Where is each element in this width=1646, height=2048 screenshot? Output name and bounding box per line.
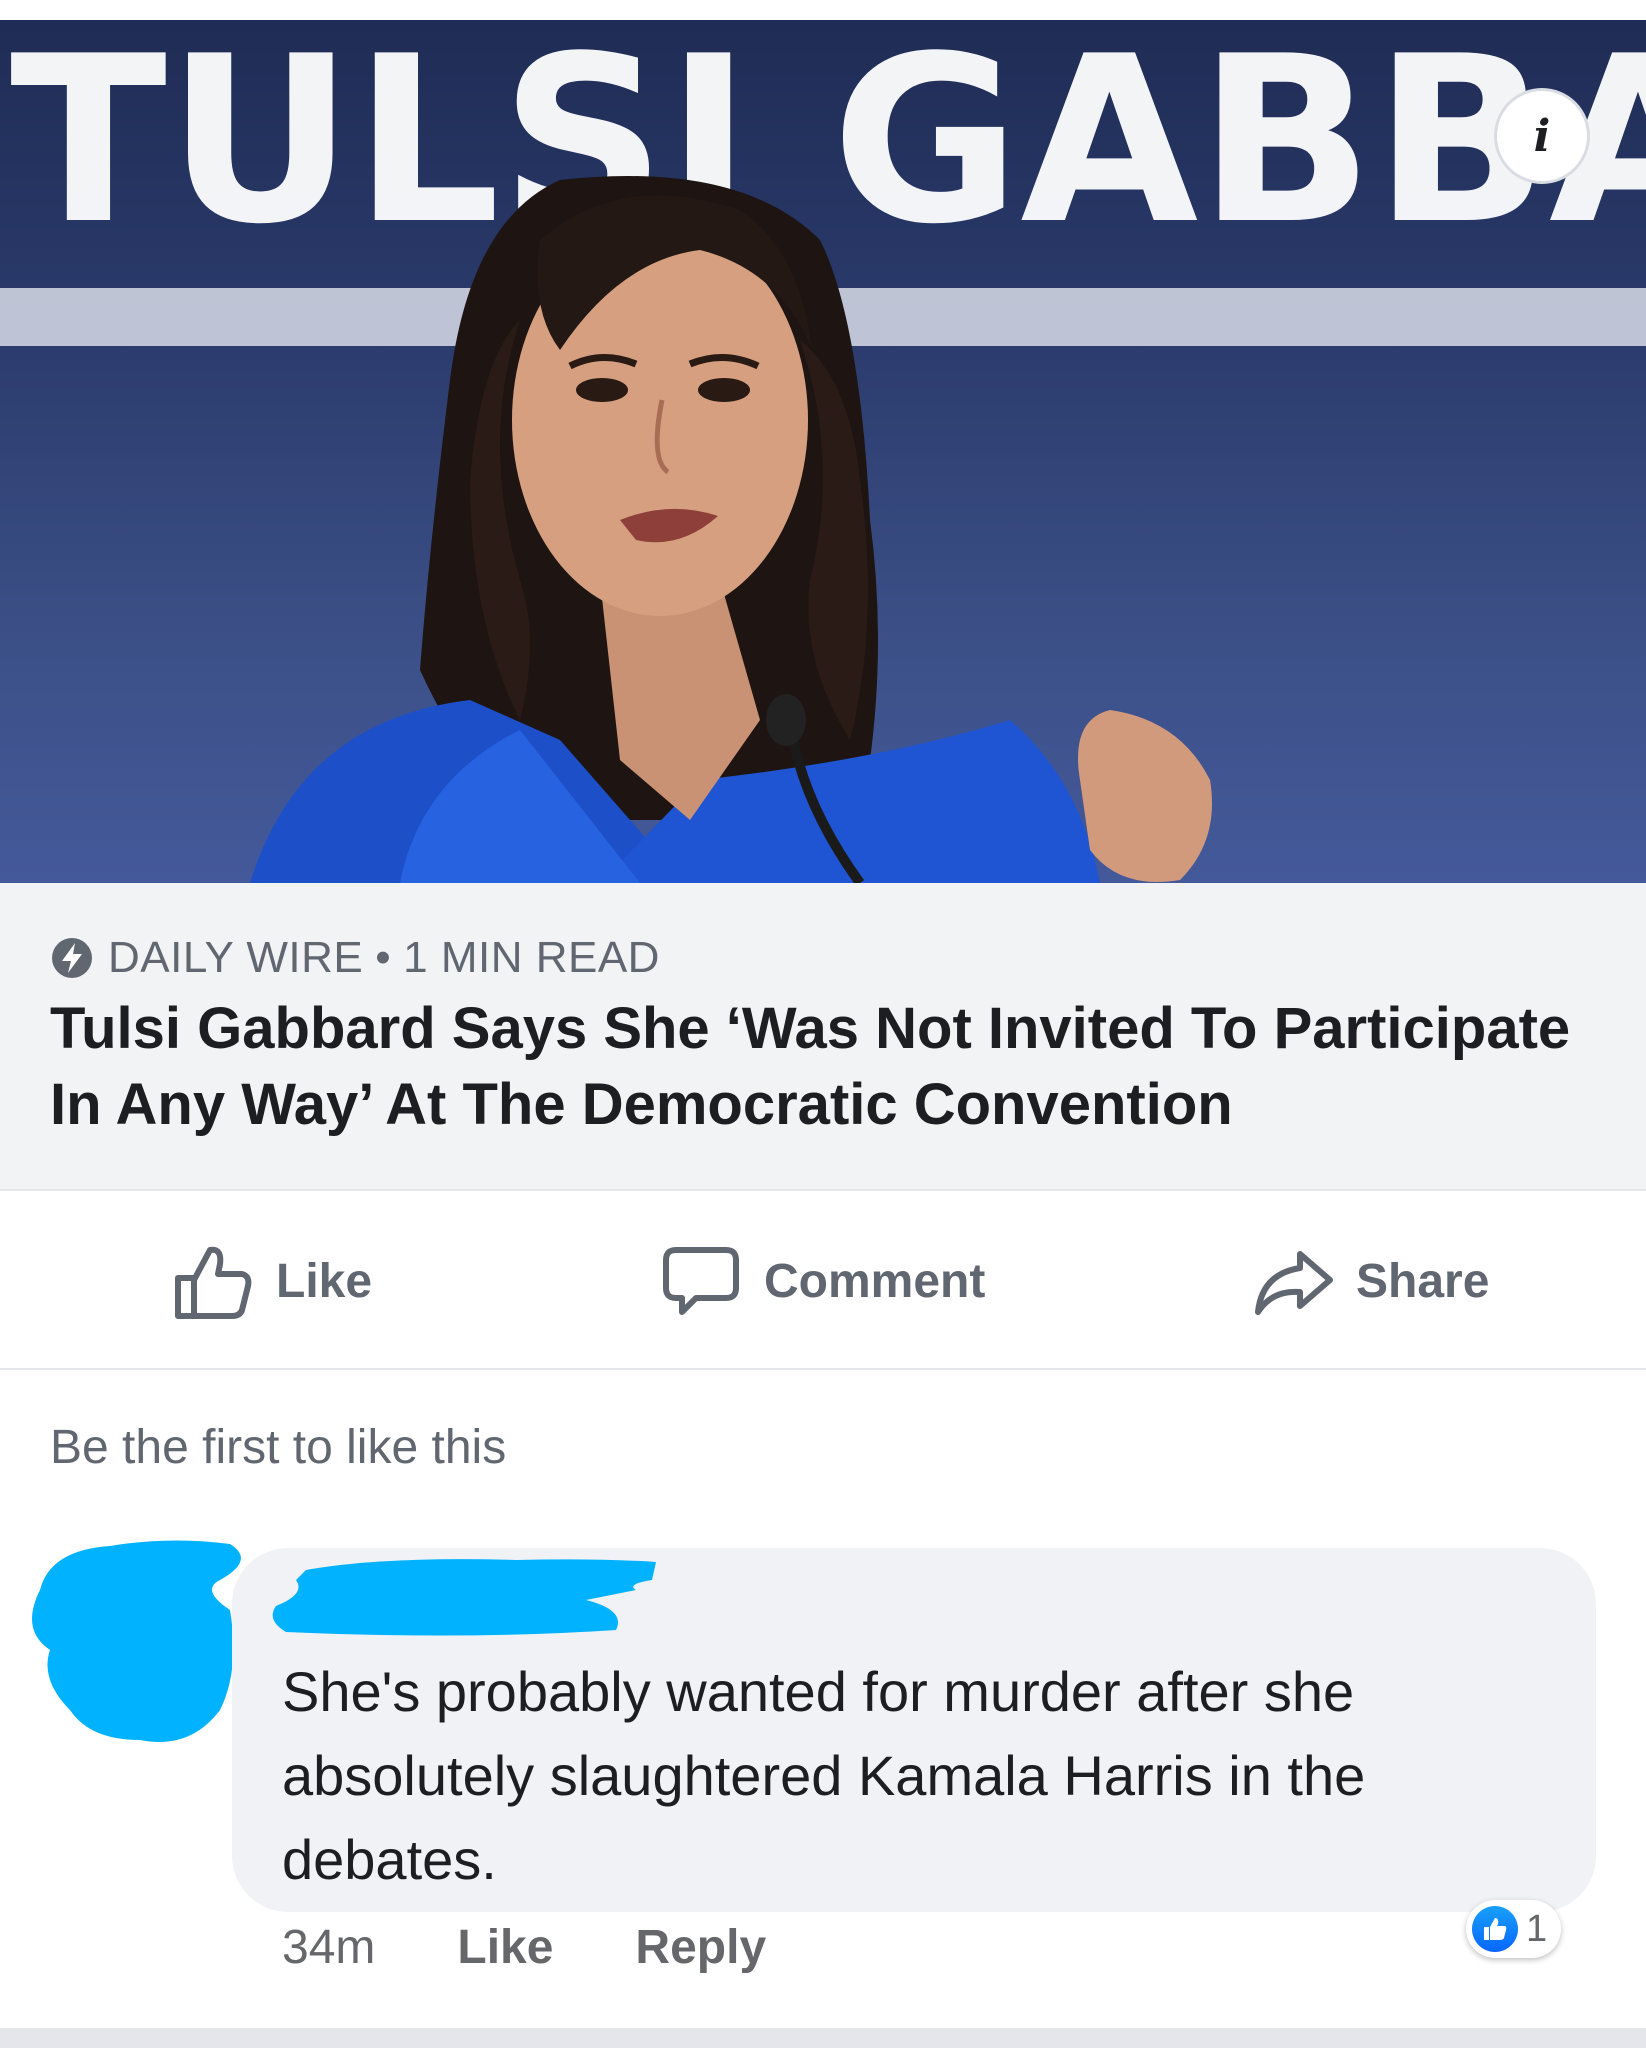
source-separator: • [375, 933, 392, 982]
article-read-time: 1 MIN READ [403, 933, 660, 982]
comment-bubble-icon [663, 1247, 739, 1315]
article-source: DAILY WIRE [108, 933, 364, 982]
comment-like-link[interactable]: Like [457, 1920, 553, 1975]
info-icon[interactable]: i [1494, 88, 1590, 184]
redacted-avatar[interactable] [20, 1530, 250, 1750]
share-button-label: Share [1356, 1254, 1490, 1308]
like-button[interactable]: Like [172, 1240, 372, 1322]
speaker-illustration: TULSI GABBARD [0, 20, 1646, 883]
banner-text: TULSI GABBARD [10, 20, 1646, 275]
reaction-count: 1 [1526, 1907, 1548, 1950]
comment-text: She's probably wanted for murder after s… [282, 1660, 1366, 1891]
link-preview[interactable]: DAILY WIRE • 1 MIN READ Tulsi Gabbard Sa… [0, 883, 1646, 1191]
post-action-bar: Like Comment Share [0, 1192, 1646, 1370]
comment-meta: 34m Like Reply [282, 1920, 848, 1975]
share-button[interactable]: Share [1252, 1240, 1489, 1322]
article-source-row: DAILY WIRE • 1 MIN READ [50, 933, 660, 983]
comment-button[interactable]: Comment [660, 1240, 985, 1322]
share-arrow-icon [1255, 1251, 1333, 1315]
like-reaction-icon [1472, 1906, 1518, 1952]
instant-article-bolt-icon [52, 938, 92, 978]
article-photo[interactable]: TULSI GABBARD i [0, 20, 1646, 883]
comment-timestamp[interactable]: 34m [282, 1920, 375, 1975]
comment-reply-link[interactable]: Reply [635, 1920, 766, 1975]
redacted-commenter-name[interactable] [266, 1550, 666, 1650]
comment-button-label: Comment [764, 1254, 986, 1308]
article-headline[interactable]: Tulsi Gabbard Says She ‘Was Not Invited … [50, 991, 1610, 1143]
thumbs-up-icon [175, 1246, 252, 1319]
comment-reaction-badge[interactable]: 1 [1466, 1900, 1562, 1958]
like-button-label: Like [276, 1254, 373, 1308]
likes-summary[interactable]: Be the first to like this [50, 1420, 506, 1475]
feed-divider [0, 2028, 1646, 2048]
